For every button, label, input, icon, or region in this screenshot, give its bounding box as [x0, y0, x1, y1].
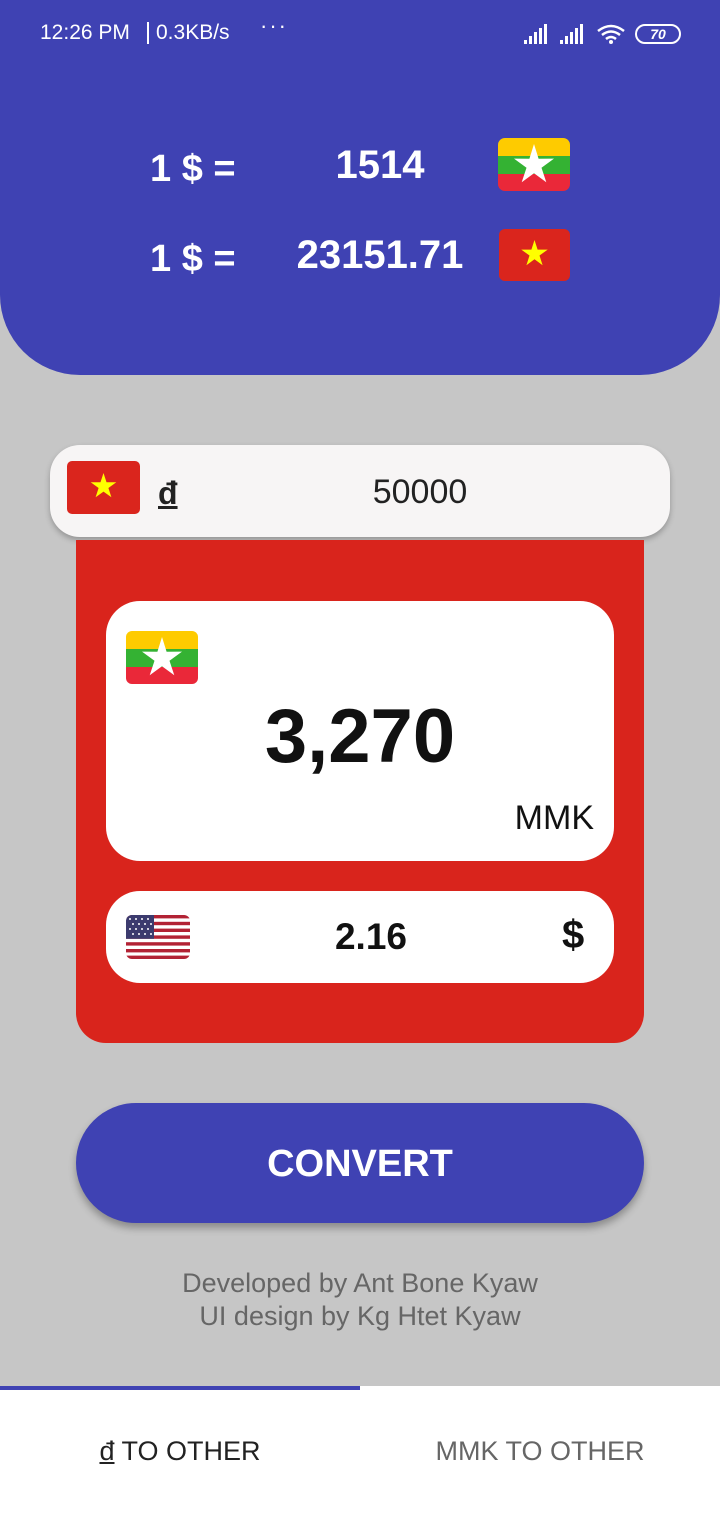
tab-indicator	[0, 1386, 360, 1390]
amount-input-field[interactable]: đ 50000	[50, 445, 670, 537]
status-bar: 12:26 PM 0.3KB/s ··· 70	[0, 0, 720, 70]
signal-icon	[524, 24, 547, 44]
status-net-speed: 0.3KB/s	[156, 21, 230, 44]
tab-dong-to-other[interactable]: đ TO OTHER	[0, 1436, 360, 1467]
dong-symbol: đ	[158, 475, 178, 511]
more-icon: ···	[260, 13, 288, 38]
dollar-symbol: $	[562, 913, 585, 957]
usd-result-value: 2.16	[334, 916, 407, 957]
battery-level: 70	[650, 26, 666, 42]
signal-icon	[560, 24, 583, 44]
status-icons: 70	[524, 24, 681, 44]
status-time: 12:26 PM	[40, 21, 130, 44]
rate-label-mmk: 1 $ =	[150, 148, 236, 190]
usa-flag-icon	[126, 915, 190, 959]
rate-value-mmk: 1514	[335, 143, 425, 187]
usd-result-card: 2.16 $	[106, 891, 614, 983]
rate-value-vnd: 23151.71	[296, 233, 464, 277]
vietnam-flag-icon	[499, 229, 570, 281]
convert-button[interactable]: CONVERT	[76, 1103, 644, 1223]
mmk-result-card: 3,270 MMK	[106, 601, 614, 861]
mmk-unit-label: MMK	[514, 799, 594, 837]
myanmar-flag-icon	[126, 631, 198, 684]
tab-dong-to-other-label: TO OTHER	[114, 1436, 261, 1466]
tab-mmk-to-other[interactable]: MMK TO OTHER	[360, 1436, 720, 1467]
vietnam-flag-icon	[67, 461, 140, 514]
status-divider	[147, 22, 149, 44]
battery-icon: 70	[635, 24, 681, 44]
result-panel: 3,270 MMK 2.16 $	[76, 540, 644, 1043]
designer-credit: UI design by Kg Htet Kyaw	[199, 1301, 521, 1331]
developer-credit: Developed by Ant Bone Kyaw	[182, 1268, 538, 1298]
rates-header: 12:26 PM 0.3KB/s ··· 70 1 $ = 1514 1 $ =…	[0, 0, 720, 375]
myanmar-flag-icon	[498, 138, 570, 191]
wifi-icon	[597, 24, 625, 44]
amount-input-value[interactable]: 50000	[280, 473, 560, 512]
dong-symbol: đ	[99, 1436, 115, 1466]
mmk-result-value: 3,270	[264, 694, 456, 779]
rate-label-vnd: 1 $ =	[150, 238, 236, 280]
bottom-tab-bar: đ TO OTHER MMK TO OTHER	[0, 1386, 720, 1520]
